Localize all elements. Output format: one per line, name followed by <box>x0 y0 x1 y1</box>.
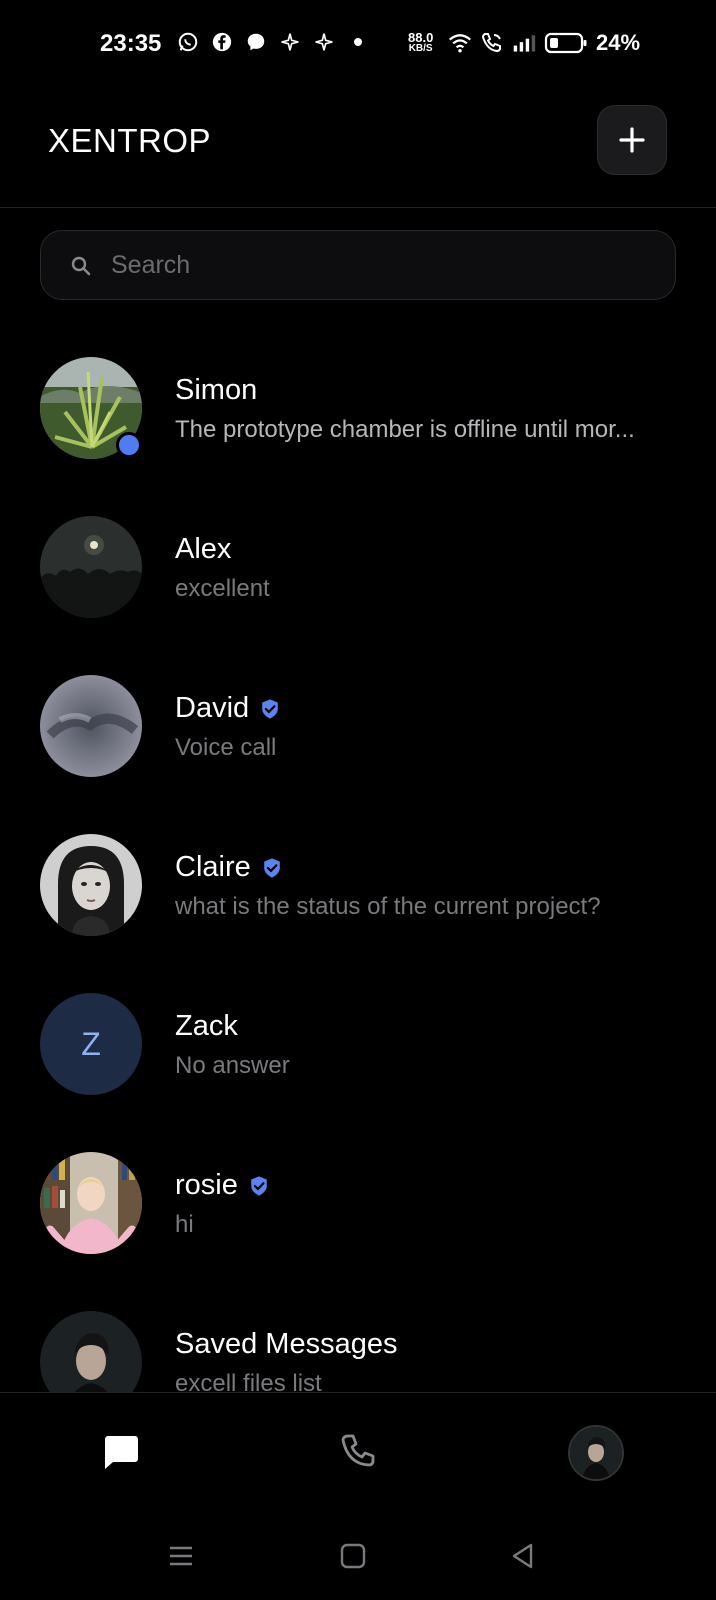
system-navigation <box>0 1512 716 1600</box>
home-button[interactable] <box>333 1536 373 1576</box>
chat-item-saved-messages[interactable]: Saved Messages excell files list <box>0 1294 716 1392</box>
chat-name-text: Zack <box>175 1010 238 1042</box>
facebook-icon <box>210 30 234 54</box>
signal-icon <box>512 31 536 55</box>
sparkle-icon <box>312 30 336 54</box>
chat-item-rosie[interactable]: rosie hi <box>0 1135 716 1294</box>
nav-calls-button[interactable] <box>328 1421 388 1481</box>
chat-name: David <box>175 692 281 725</box>
new-chat-button[interactable] <box>597 105 667 175</box>
avatar-initial: Z <box>40 993 142 1095</box>
chat-item-david[interactable]: David Voice call <box>0 658 716 817</box>
verified-badge-icon <box>263 857 280 878</box>
battery-percent: 24% <box>596 30 641 55</box>
wifi-call-icon <box>480 31 504 55</box>
chat-item-claire[interactable]: Claire what is the status of the current… <box>0 817 716 976</box>
profile-avatar <box>570 1427 622 1479</box>
phone-icon <box>341 1434 375 1467</box>
chat-name: Saved Messages <box>175 1328 397 1361</box>
wifi-icon <box>448 31 472 55</box>
chat-name-text: Saved Messages <box>175 1328 398 1360</box>
recents-button[interactable] <box>161 1536 201 1576</box>
chat-preview: what is the status of the current projec… <box>175 893 601 920</box>
avatar <box>40 1311 142 1392</box>
chat-name: Zack <box>175 1010 238 1043</box>
dot-icon <box>346 30 370 54</box>
chat-preview: excell files list <box>175 1370 322 1392</box>
chat-preview: excellent <box>175 575 270 602</box>
battery-icon <box>544 31 588 55</box>
whatsapp-icon <box>176 30 200 54</box>
back-triangle-icon <box>512 1543 533 1569</box>
chat-item-zack[interactable]: Z Zack No answer <box>0 976 716 1135</box>
menu-icon <box>170 1546 192 1566</box>
avatar <box>40 516 142 618</box>
chat-name: Claire <box>175 851 283 884</box>
chat-item-simon[interactable]: Simon The prototype chamber is offline u… <box>0 340 716 499</box>
search-bar[interactable] <box>40 230 676 300</box>
search-icon <box>71 256 91 276</box>
nav-chats-button[interactable] <box>90 1421 150 1481</box>
chats-icon <box>105 1436 138 1469</box>
online-indicator <box>116 432 142 458</box>
chat-name-text: rosie <box>175 1169 238 1201</box>
network-speed: 88.0 KB/S <box>408 30 434 54</box>
chat-name: Alex <box>175 533 231 566</box>
status-bar: 23:35 88.0 KB/S 24% <box>0 0 716 92</box>
messenger-icon <box>244 30 268 54</box>
notification-icons <box>176 30 370 54</box>
home-square-icon <box>340 1543 366 1569</box>
back-button[interactable] <box>503 1536 543 1576</box>
chat-preview: The prototype chamber is offline until m… <box>175 416 635 443</box>
chat-name-text: Alex <box>175 533 232 565</box>
chat-name: rosie <box>175 1169 270 1202</box>
chat-name: Simon <box>175 374 257 407</box>
nav-profile-button[interactable] <box>568 1425 624 1481</box>
chat-name-text: Claire <box>175 851 251 883</box>
chat-list: Simon The prototype chamber is offline u… <box>0 340 716 1392</box>
chat-preview: Voice call <box>175 734 277 761</box>
chat-preview: hi <box>175 1211 194 1238</box>
chat-name-text: David <box>175 692 250 724</box>
net-speed-value: 88.0 <box>408 30 434 45</box>
chat-preview: No answer <box>175 1052 290 1079</box>
search-input[interactable] <box>111 231 651 299</box>
status-time: 23:35 <box>100 30 162 57</box>
avatar <box>40 1152 142 1254</box>
bottom-navigation <box>0 1392 716 1512</box>
sparkle-icon <box>278 30 302 54</box>
app-title: XENTROP <box>48 122 212 159</box>
avatar <box>40 675 142 777</box>
avatar <box>40 834 142 936</box>
system-icons: 24% <box>448 30 640 56</box>
plus-icon <box>619 127 645 153</box>
verified-badge-icon <box>262 698 278 719</box>
chat-item-alex[interactable]: Alex excellent <box>0 499 716 658</box>
avatar-initial-letter: Z <box>81 1025 101 1062</box>
chat-name-text: Simon <box>175 374 258 406</box>
app-header: XENTROP <box>0 92 716 208</box>
verified-badge-icon <box>251 1175 267 1196</box>
net-speed-unit: KB/S <box>408 43 433 54</box>
